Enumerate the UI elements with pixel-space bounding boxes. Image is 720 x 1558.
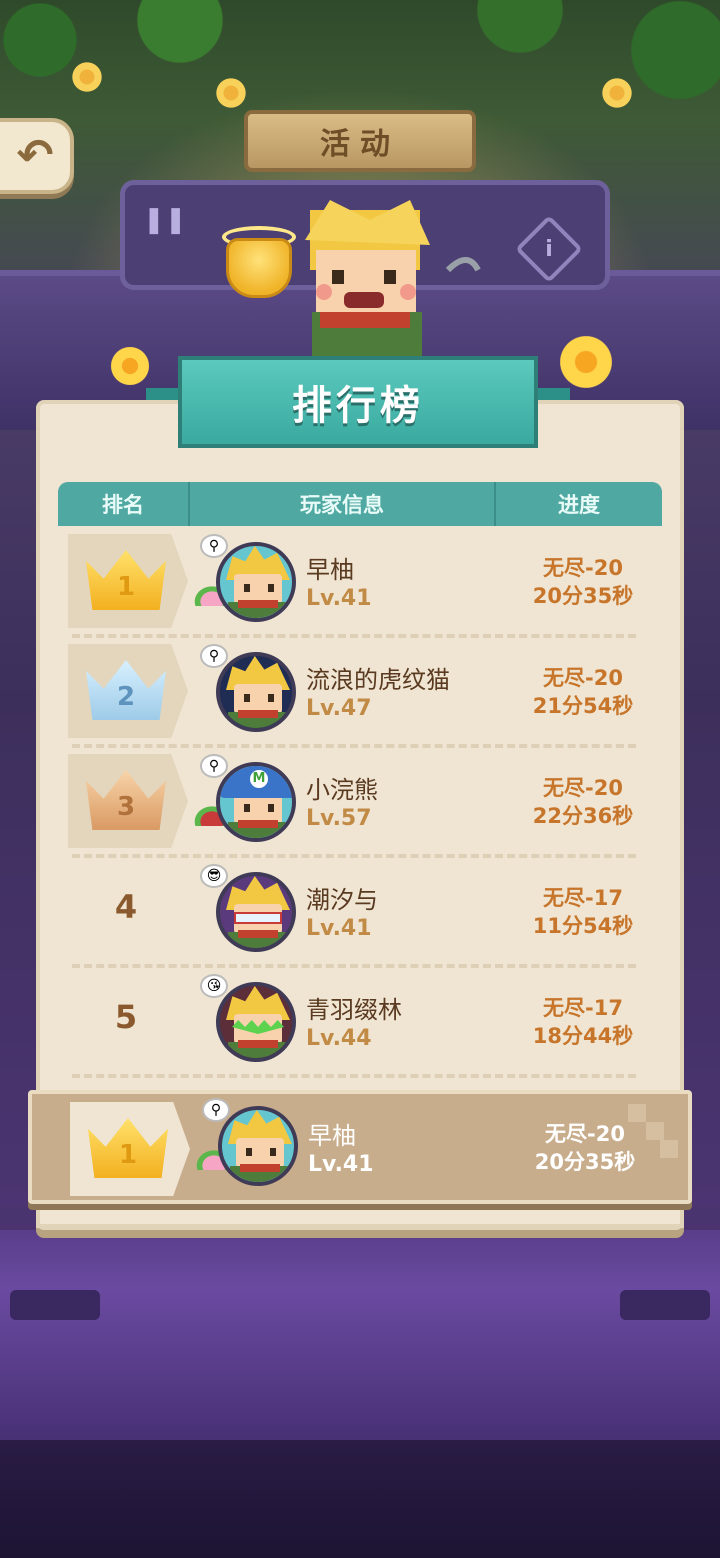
silver-crown-icon: 2	[86, 660, 166, 720]
sunglasses-emoji-icon: 😎	[200, 864, 228, 888]
column-header-player: 玩家信息	[190, 482, 496, 526]
progress-time: 22分36秒	[532, 804, 634, 828]
leaderboard-row[interactable]: 5 😘 青羽缀林 Lv.44 无尽-17 18分44秒	[68, 974, 638, 1074]
fishing-hook-icon: ⚲	[202, 1098, 230, 1122]
rank-number: 1	[116, 572, 136, 602]
player-name: 潮汐与	[306, 886, 378, 914]
player-name: 早柚	[306, 556, 354, 584]
kiss-emoji-icon: 😘	[200, 974, 228, 998]
my-rank-bar[interactable]: 1 ⚲ 早柚 Lv.41 无尽-20 20分35秒	[28, 1090, 692, 1204]
flower-decoration	[556, 332, 616, 392]
rank-number: 2	[116, 682, 136, 712]
progress-time: 20分35秒	[532, 584, 634, 608]
avatar[interactable]	[216, 542, 296, 622]
background-flower	[214, 76, 248, 110]
fishing-hook-icon: ⚲	[200, 534, 228, 558]
row-divider	[72, 634, 636, 638]
gold-crown-icon: 1	[88, 1118, 168, 1178]
avatar[interactable]	[216, 872, 296, 952]
rank-badge-slot: 1	[70, 1102, 190, 1196]
card-bottom-edge	[36, 1208, 684, 1228]
player-name: 青羽缀林	[306, 996, 402, 1024]
leaderboard-title: 排行榜	[292, 383, 424, 429]
progress-time: 21分54秒	[532, 694, 634, 718]
gold-crown-icon: 1	[86, 550, 166, 610]
back-arrow-icon: ↶	[16, 130, 54, 181]
info-button[interactable]: i	[515, 215, 583, 283]
info-icon: i	[545, 236, 553, 262]
table-header: 排名 玩家信息 进度	[58, 482, 662, 526]
pause-icon: ❚❚	[143, 205, 187, 235]
rank-badge-slot: 1	[68, 534, 188, 628]
bronze-crown-icon: 3	[86, 770, 166, 830]
fishing-hook-icon: ⚲	[200, 754, 228, 778]
background-vent	[10, 1290, 100, 1320]
background-floor	[0, 1440, 720, 1558]
row-divider	[72, 1074, 636, 1078]
progress-time: 11分54秒	[532, 914, 634, 938]
avatar[interactable]: M	[216, 762, 296, 842]
row-divider	[72, 964, 636, 968]
avatar[interactable]	[216, 982, 296, 1062]
back-button[interactable]: ↶	[0, 118, 74, 194]
player-level: Lv.44	[306, 1026, 372, 1051]
player-name: 流浪的虎纹猫	[306, 666, 450, 694]
leaderboard-row[interactable]: 3 ⚲ M 小浣熊 Lv.57 无尽-20 22分36秒	[68, 754, 638, 854]
my-player-name: 早柚	[308, 1122, 356, 1150]
leaderboard-row[interactable]: 2 ⚲ 流浪的虎纹猫 Lv.47 无尽-20 21分54秒	[68, 644, 638, 744]
background-flower	[600, 76, 634, 110]
player-level: Lv.41	[306, 586, 372, 611]
rank-badge-slot: 2	[68, 644, 188, 738]
column-header-rank: 排名	[58, 482, 190, 526]
row-divider	[72, 854, 636, 858]
background-flower	[70, 60, 104, 94]
leaderboard-row[interactable]: 4 😎 潮汐与 Lv.41 无尽-17 11分54秒	[68, 864, 638, 964]
player-level: Lv.57	[306, 806, 372, 831]
rank-badge-slot: 3	[68, 754, 188, 848]
leaderboard-banner: 排行榜	[178, 356, 538, 448]
player-name: 小浣熊	[306, 776, 378, 804]
pixel-decoration	[588, 1104, 678, 1198]
activity-sign: 活动	[244, 110, 476, 172]
rank-number: 4	[114, 888, 138, 926]
player-level: Lv.47	[306, 696, 372, 721]
rank-number: 1	[118, 1140, 138, 1170]
avatar[interactable]	[218, 1106, 298, 1186]
player-level: Lv.41	[306, 916, 372, 941]
activity-label: 活动	[320, 127, 400, 162]
progress-stage: 无尽-17	[543, 996, 623, 1020]
flower-decoration	[108, 344, 152, 388]
progress-stage: 无尽-20	[543, 666, 623, 690]
background-vent	[620, 1290, 710, 1320]
avatar[interactable]	[216, 652, 296, 732]
progress-stage: 无尽-20	[543, 556, 623, 580]
row-divider	[72, 744, 636, 748]
trophy-icon	[226, 238, 292, 298]
progress-stage: 无尽-17	[543, 886, 623, 910]
rank-number: 3	[116, 792, 136, 822]
my-player-level: Lv.41	[308, 1152, 374, 1177]
fishing-hook-icon: ⚲	[200, 644, 228, 668]
leaderboard-row[interactable]: 1 ⚲ 早柚 Lv.41 无尽-20 20分35秒	[68, 534, 638, 634]
rank-number: 5	[114, 998, 138, 1036]
progress-stage: 无尽-20	[543, 776, 623, 800]
column-header-progress: 进度	[558, 493, 600, 517]
progress-time: 18分44秒	[532, 1024, 634, 1048]
